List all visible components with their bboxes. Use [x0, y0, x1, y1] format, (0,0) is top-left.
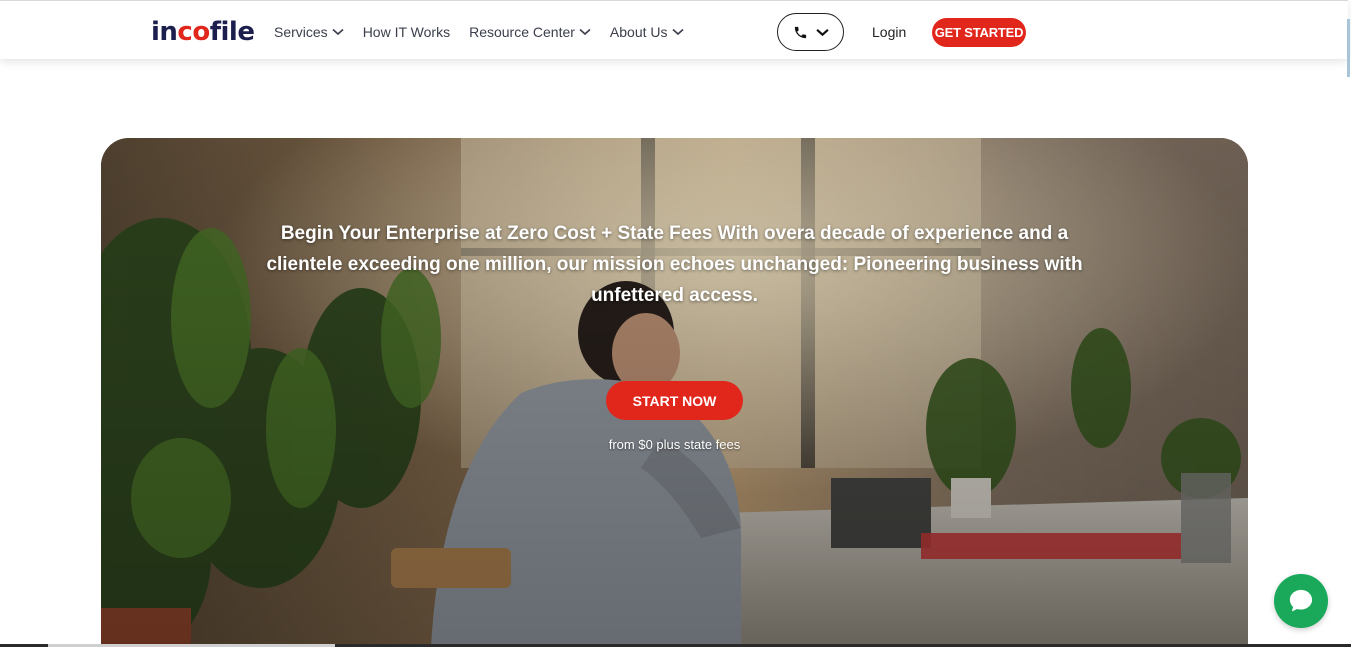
phone-icon	[794, 26, 806, 38]
start-now-button[interactable]: START NOW	[606, 381, 743, 420]
chevron-down-icon	[579, 28, 591, 36]
nav-item-label: Resource Center	[469, 24, 575, 40]
chevron-down-icon	[332, 28, 344, 36]
login-link[interactable]: Login	[872, 22, 906, 42]
chat-widget-button[interactable]	[1274, 574, 1328, 628]
hero-banner: Begin Your Enterprise at Zero Cost + Sta…	[101, 138, 1248, 647]
main-nav: Services How IT Works Resource Center Ab…	[274, 22, 684, 42]
incofile-logo[interactable]: incofile	[151, 16, 255, 48]
nav-item-label: How IT Works	[362, 24, 451, 40]
logo-part-2: co	[177, 17, 210, 47]
nav-item-how-it-works[interactable]: How IT Works	[363, 22, 450, 42]
nav-item-label: About Us	[609, 24, 668, 40]
nav-item-label: Services	[274, 24, 328, 40]
nav-item-services[interactable]: Services	[274, 22, 344, 42]
nav-item-about-us[interactable]: About Us	[610, 22, 684, 42]
chevron-down-icon	[671, 28, 684, 36]
nav-item-resource-center[interactable]: Resource Center	[469, 22, 591, 42]
logo-part-3: file	[209, 17, 255, 47]
scrollbar[interactable]	[1347, 19, 1350, 77]
chat-bubble-icon	[1289, 589, 1313, 612]
site-header: incofile Services How IT Works Resource …	[0, 0, 1350, 77]
phone-dropdown-button[interactable]	[777, 13, 844, 51]
chevron-down-icon	[815, 28, 829, 36]
hero-headline: Begin Your Enterprise at Zero Cost + Sta…	[266, 223, 1083, 306]
pricing-note: from $0 plus state fees	[608, 437, 741, 452]
logo-part-1: in	[151, 17, 178, 47]
get-started-button[interactable]: GET STARTED	[932, 18, 1026, 47]
